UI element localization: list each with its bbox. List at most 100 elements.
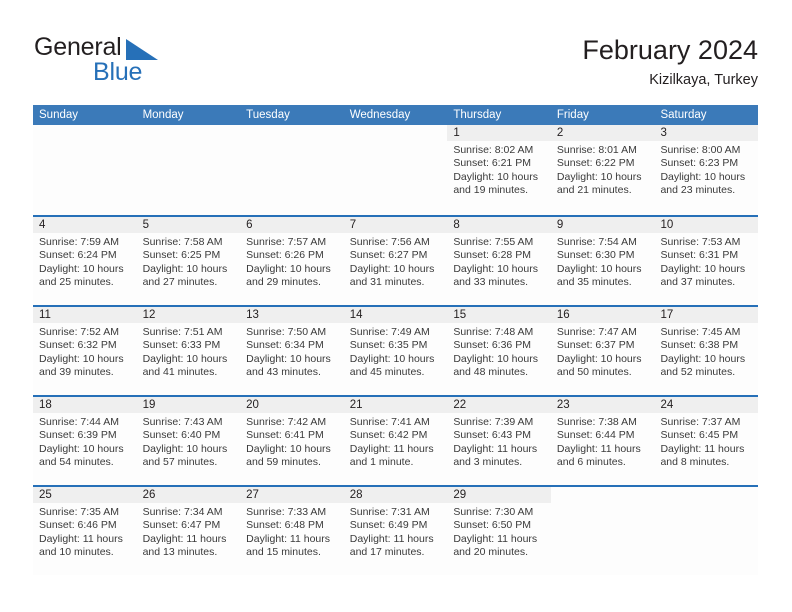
sunset-text: Sunset: 6:47 PM — [142, 519, 221, 532]
day-details: Sunrise: 7:34 AM Sunset: 6:47 PM Dayligh… — [137, 503, 241, 560]
sunset-text: Sunset: 6:43 PM — [453, 429, 531, 442]
day-cell — [33, 125, 137, 215]
sunrise-text: Sunrise: 8:00 AM — [660, 144, 741, 156]
day-number: 27 — [240, 487, 344, 503]
day-cell[interactable]: 18 Sunrise: 7:44 AM Sunset: 6:39 PM Dayl… — [33, 397, 137, 485]
day-details: Sunrise: 7:41 AM Sunset: 6:42 PM Dayligh… — [344, 413, 448, 470]
day-cell[interactable]: 9 Sunrise: 7:54 AM Sunset: 6:30 PM Dayli… — [550, 217, 655, 305]
day-cell[interactable]: 24 Sunrise: 7:37 AM Sunset: 6:45 PM Dayl… — [654, 397, 759, 485]
sunrise-text: Sunrise: 7:50 AM — [246, 326, 327, 338]
day-details: Sunrise: 7:37 AM Sunset: 6:45 PM Dayligh… — [654, 413, 758, 470]
day-cell[interactable]: 17 Sunrise: 7:45 AM Sunset: 6:38 PM Dayl… — [654, 307, 759, 395]
day-cell[interactable]: 5 Sunrise: 7:58 AM Sunset: 6:25 PM Dayli… — [136, 217, 241, 305]
daylight-text-line1: Daylight: 11 hours — [453, 532, 538, 545]
day-cell[interactable]: 29 Sunrise: 7:30 AM Sunset: 6:50 PM Dayl… — [447, 487, 551, 575]
day-cell[interactable]: 13 Sunrise: 7:50 AM Sunset: 6:34 PM Dayl… — [240, 307, 344, 395]
sunrise-text: Sunrise: 7:30 AM — [453, 506, 534, 518]
day-cell[interactable]: 21 Sunrise: 7:41 AM Sunset: 6:42 PM Dayl… — [343, 397, 448, 485]
daylight-text-line2: and 54 minutes. — [39, 456, 114, 469]
day-number: 24 — [654, 397, 759, 413]
daylight-text-line2: and 3 minutes. — [453, 456, 523, 469]
day-details: Sunrise: 7:45 AM Sunset: 6:38 PM Dayligh… — [654, 323, 758, 380]
day-cell[interactable]: 16 Sunrise: 7:47 AM Sunset: 6:37 PM Dayl… — [550, 307, 655, 395]
sunset-text: Sunset: 6:50 PM — [453, 519, 531, 532]
daylight-text-line1: Daylight: 11 hours — [39, 532, 123, 545]
daylight-text-line2: and 8 minutes. — [660, 456, 730, 469]
daylight-text-line2: and 50 minutes. — [556, 366, 632, 379]
sunrise-text: Sunrise: 7:43 AM — [142, 416, 223, 428]
day-cell[interactable]: 11 Sunrise: 7:52 AM Sunset: 6:32 PM Dayl… — [33, 307, 137, 395]
day-cell[interactable]: 2 Sunrise: 8:01 AM Sunset: 6:22 PM Dayli… — [550, 125, 655, 215]
day-number: 25 — [33, 487, 137, 503]
brand-name-blue: Blue — [93, 58, 143, 86]
day-cell[interactable]: 8 Sunrise: 7:55 AM Sunset: 6:28 PM Dayli… — [447, 217, 551, 305]
daylight-text-line1: Daylight: 10 hours — [246, 442, 331, 455]
day-cell[interactable]: 7 Sunrise: 7:56 AM Sunset: 6:27 PM Dayli… — [343, 217, 448, 305]
day-cell[interactable]: 1 Sunrise: 8:02 AM Sunset: 6:21 PM Dayli… — [447, 125, 551, 215]
sunset-text: Sunset: 6:30 PM — [556, 249, 635, 262]
daylight-text-line1: Daylight: 10 hours — [556, 262, 642, 275]
daylight-text-line1: Daylight: 11 hours — [349, 442, 434, 455]
daylight-text-line1: Daylight: 10 hours — [453, 170, 538, 183]
sunrise-text: Sunrise: 7:35 AM — [39, 506, 119, 518]
day-details — [551, 503, 655, 506]
weekday-monday: Monday — [142, 109, 184, 121]
day-number: 23 — [550, 397, 655, 413]
day-number — [550, 487, 655, 503]
day-number — [240, 125, 344, 141]
daylight-text-line2: and 23 minutes. — [660, 184, 736, 197]
sunset-text: Sunset: 6:22 PM — [556, 157, 635, 170]
page-header: General Blue February 2024 Kizilkaya, Tu… — [33, 33, 758, 95]
day-cell[interactable]: 14 Sunrise: 7:49 AM Sunset: 6:35 PM Dayl… — [343, 307, 448, 395]
page-title: February 2024 — [582, 35, 758, 65]
week-row: 4 Sunrise: 7:59 AM Sunset: 6:24 PM Dayli… — [33, 215, 759, 305]
sunset-text: Sunset: 6:33 PM — [142, 339, 221, 352]
sunset-text: Sunset: 6:27 PM — [349, 249, 428, 262]
week-row: 18 Sunrise: 7:44 AM Sunset: 6:39 PM Dayl… — [33, 395, 759, 485]
day-cell[interactable]: 22 Sunrise: 7:39 AM Sunset: 6:43 PM Dayl… — [447, 397, 551, 485]
sunrise-text: Sunrise: 7:33 AM — [246, 506, 327, 518]
sunrise-text: Sunrise: 7:59 AM — [39, 236, 119, 248]
day-cell[interactable]: 12 Sunrise: 7:51 AM Sunset: 6:33 PM Dayl… — [136, 307, 241, 395]
daylight-text-line1: Daylight: 11 hours — [142, 532, 227, 545]
day-cell[interactable]: 23 Sunrise: 7:38 AM Sunset: 6:44 PM Dayl… — [550, 397, 655, 485]
page-subtitle: Kizilkaya, Turkey — [649, 72, 758, 88]
day-cell[interactable]: 20 Sunrise: 7:42 AM Sunset: 6:41 PM Dayl… — [240, 397, 344, 485]
day-cell[interactable]: 6 Sunrise: 7:57 AM Sunset: 6:26 PM Dayli… — [240, 217, 344, 305]
day-details — [137, 141, 241, 144]
day-cell[interactable]: 28 Sunrise: 7:31 AM Sunset: 6:49 PM Dayl… — [343, 487, 448, 575]
day-cell[interactable]: 25 Sunrise: 7:35 AM Sunset: 6:46 PM Dayl… — [33, 487, 137, 575]
day-cell[interactable]: 10 Sunrise: 7:53 AM Sunset: 6:31 PM Dayl… — [654, 217, 759, 305]
day-cell[interactable]: 27 Sunrise: 7:33 AM Sunset: 6:48 PM Dayl… — [240, 487, 344, 575]
day-details: Sunrise: 7:44 AM Sunset: 6:39 PM Dayligh… — [33, 413, 137, 470]
sunrise-text: Sunrise: 7:49 AM — [349, 326, 430, 338]
day-details: Sunrise: 7:55 AM Sunset: 6:28 PM Dayligh… — [447, 233, 551, 290]
sunrise-text: Sunrise: 7:44 AM — [39, 416, 119, 428]
day-number: 28 — [343, 487, 448, 503]
daylight-text-line2: and 6 minutes. — [556, 456, 626, 469]
sunset-text: Sunset: 6:41 PM — [246, 429, 324, 442]
brand-logo[interactable]: General Blue — [33, 33, 293, 89]
day-details: Sunrise: 7:49 AM Sunset: 6:35 PM Dayligh… — [344, 323, 448, 380]
day-number: 15 — [447, 307, 551, 323]
day-cell[interactable]: 15 Sunrise: 7:48 AM Sunset: 6:36 PM Dayl… — [447, 307, 551, 395]
day-cell[interactable]: 19 Sunrise: 7:43 AM Sunset: 6:40 PM Dayl… — [136, 397, 241, 485]
day-cell — [550, 487, 655, 575]
daylight-text-line2: and 25 minutes. — [39, 276, 114, 289]
daylight-text-line1: Daylight: 10 hours — [39, 262, 124, 275]
daylight-text-line2: and 13 minutes. — [142, 546, 218, 559]
day-number: 17 — [654, 307, 759, 323]
sunrise-text: Sunrise: 8:01 AM — [556, 144, 637, 156]
daylight-text-line2: and 41 minutes. — [142, 366, 218, 379]
day-cell[interactable]: 3 Sunrise: 8:00 AM Sunset: 6:23 PM Dayli… — [654, 125, 759, 215]
sunset-text: Sunset: 6:37 PM — [556, 339, 635, 352]
sunrise-text: Sunrise: 8:02 AM — [453, 144, 534, 156]
weekday-saturday: Saturday — [660, 109, 707, 121]
day-number: 5 — [136, 217, 241, 233]
day-number: 9 — [550, 217, 655, 233]
day-details: Sunrise: 7:42 AM Sunset: 6:41 PM Dayligh… — [240, 413, 344, 470]
weekday-wednesday: Wednesday — [349, 109, 411, 121]
day-cell[interactable]: 26 Sunrise: 7:34 AM Sunset: 6:47 PM Dayl… — [136, 487, 241, 575]
daylight-text-line2: and 48 minutes. — [453, 366, 529, 379]
day-cell[interactable]: 4 Sunrise: 7:59 AM Sunset: 6:24 PM Dayli… — [33, 217, 137, 305]
